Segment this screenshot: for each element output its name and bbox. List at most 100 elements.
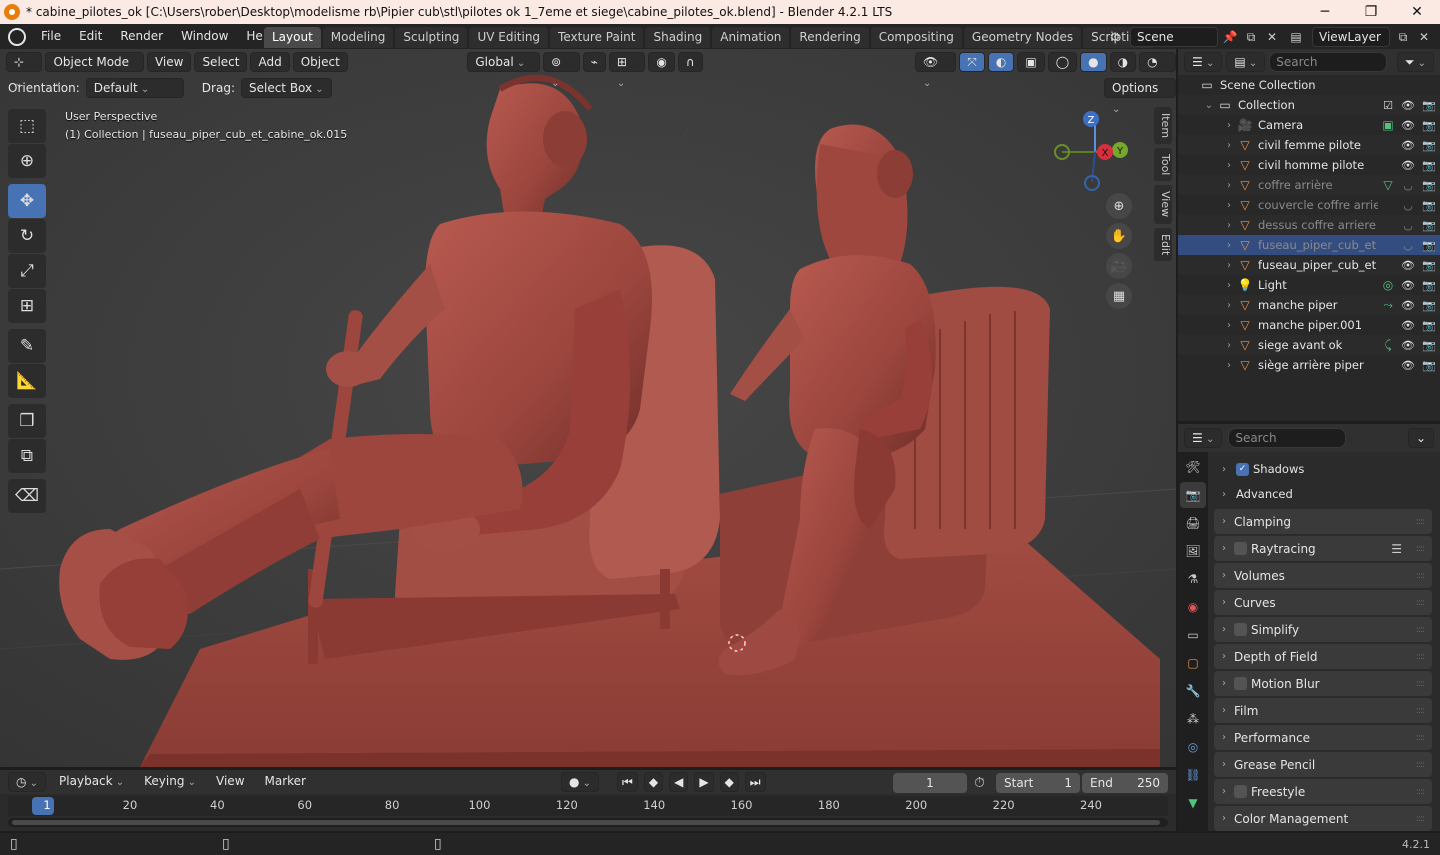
camera-render-icon[interactable]: 📷 [1418, 179, 1440, 192]
scene-name-field[interactable]: Scene [1130, 27, 1218, 47]
eye-icon[interactable]: 👁 [1398, 159, 1418, 172]
extrude-tool-icon[interactable]: ⧉ [8, 439, 46, 473]
panel-curves[interactable]: › Curves:::: [1214, 590, 1432, 615]
menu-file[interactable]: File [32, 24, 70, 49]
eye-icon[interactable]: 👁 [1398, 319, 1418, 332]
panel-depth-of-field[interactable]: › Depth of Field:::: [1214, 644, 1432, 669]
close-icon[interactable]: ✕ [1394, 0, 1440, 24]
panel-performance[interactable]: › Performance:::: [1214, 725, 1432, 750]
drag-grip-icon[interactable]: :::: [1416, 679, 1425, 689]
chevron-right-icon[interactable]: › [1214, 570, 1234, 581]
drag-grip-icon[interactable]: :::: [1416, 760, 1425, 770]
tab-texture-paint[interactable]: Texture Paint [550, 27, 644, 48]
chevron-right-icon[interactable]: › [1222, 140, 1236, 151]
chevron-right-icon[interactable]: › [1214, 786, 1234, 797]
end-frame-field[interactable]: End 250 [1082, 773, 1168, 793]
drag-grip-icon[interactable]: :::: [1416, 706, 1425, 716]
camera-render-icon[interactable]: 📷 [1418, 299, 1440, 312]
camera-render-icon[interactable]: 📷 [1418, 279, 1440, 292]
remove-scene-icon[interactable]: ✕ [1264, 30, 1280, 44]
panel-checkbox[interactable] [1234, 623, 1247, 636]
drag-grip-icon[interactable]: :::: [1416, 517, 1425, 527]
drag-grip-icon[interactable]: :::: [1416, 733, 1425, 743]
tab-uv-editing[interactable]: UV Editing [469, 27, 549, 48]
outliner-item[interactable]: › ▽ siège arrière piper 👁 📷 [1178, 355, 1440, 375]
eye-icon[interactable]: 👁 [1398, 139, 1418, 152]
chevron-right-icon[interactable]: › [1222, 200, 1236, 211]
editor-type-icon[interactable]: ⊹ [6, 52, 43, 72]
outliner-item[interactable]: › ▽ couvercle coffre arrie ◡ 📷 [1178, 195, 1440, 215]
tab-modeling[interactable]: Modeling [322, 27, 394, 48]
chevron-right-icon[interactable]: › [1214, 759, 1234, 770]
camera-render-icon[interactable]: 📷 [1418, 139, 1440, 152]
outliner-item[interactable]: › 💡 Light ◎ 👁 📷 [1178, 275, 1440, 295]
current-frame-field[interactable]: 1 [893, 773, 967, 793]
panel-motion-blur[interactable]: › Motion Blur:::: [1214, 671, 1432, 696]
outliner-editor-icon[interactable]: ☰ [1184, 52, 1223, 72]
zoom-icon[interactable]: ⊕ [1106, 193, 1132, 219]
particles-tab-icon[interactable]: ⁂ [1180, 706, 1206, 732]
panel-grease-pencil[interactable]: › Grease Pencil:::: [1214, 752, 1432, 777]
eye-icon[interactable]: 👁 [1398, 359, 1418, 372]
collection-tab-icon[interactable]: ▭ [1180, 622, 1206, 648]
panel-simplify[interactable]: › Simplify:::: [1214, 617, 1432, 642]
chevron-right-icon[interactable]: › [1214, 516, 1234, 527]
scene-tab-icon[interactable]: ⚗ [1180, 566, 1206, 592]
falloff-icon[interactable]: ∩ [677, 52, 703, 72]
3d-viewport[interactable]: ⊹ Object Mode View Select Add Object Glo… [0, 49, 1176, 767]
world-tab-icon[interactable]: ◉ [1180, 594, 1206, 620]
drag-grip-icon[interactable]: :::: [1416, 652, 1425, 662]
view-menu[interactable]: View [146, 52, 192, 72]
object-tab-icon[interactable]: ▢ [1180, 650, 1206, 676]
marker-menu[interactable]: Marker [258, 772, 313, 792]
jump-keyframe-back-icon[interactable]: ◆ [643, 772, 664, 792]
pivot-point-icon[interactable]: ⊚ [543, 52, 580, 72]
list-options-icon[interactable]: ☰ [1391, 542, 1402, 556]
viewlayer-name-field[interactable]: ViewLayer [1312, 27, 1390, 47]
gizmo-icon[interactable]: ⤧ [959, 52, 985, 72]
tab-layout[interactable]: Layout [264, 27, 321, 48]
auto-keying-icon[interactable]: ● [561, 772, 600, 792]
jump-start-icon[interactable]: ⏮ [617, 772, 638, 792]
outliner-item[interactable]: › ▽ fuseau_piper_cub_et 👁 📷 [1178, 255, 1440, 275]
play-reverse-icon[interactable]: ◀ [669, 772, 689, 792]
scene-icon[interactable]: ⚙ [1104, 30, 1126, 44]
outliner-item[interactable]: › 🎥 Camera ▣ 👁 📷 [1178, 115, 1440, 135]
viewlayer-icon[interactable]: ▤ [1284, 30, 1308, 44]
solid-shading-icon[interactable]: ● [1080, 52, 1107, 72]
outliner-item[interactable]: › ▽ manche piper ⤳ 👁 📷 [1178, 295, 1440, 315]
visibility-icon[interactable]: 👁 [914, 52, 957, 72]
proportional-edit-icon[interactable]: ◉ [648, 52, 675, 72]
display-mode-icon[interactable]: ▤ [1226, 52, 1266, 72]
chevron-right-icon[interactable]: › [1214, 705, 1234, 716]
drag-grip-icon[interactable]: :::: [1416, 814, 1425, 824]
eye-hidden-icon[interactable]: ◡ [1398, 199, 1418, 212]
orientation-dropdown[interactable]: Default [85, 78, 184, 98]
cursor-tool-icon[interactable]: ⊕ [8, 144, 46, 178]
select-menu[interactable]: Select [194, 52, 248, 72]
drag-grip-icon[interactable]: :::: [1416, 625, 1425, 635]
chevron-right-icon[interactable]: › [1222, 340, 1236, 351]
perspective-grid-icon[interactable]: ▦ [1106, 283, 1132, 309]
eye-hidden-icon[interactable]: ◡ [1398, 219, 1418, 232]
panel-raytracing[interactable]: › Raytracing ☰:::: [1214, 536, 1432, 561]
menu-window[interactable]: Window [172, 24, 237, 49]
camera-render-icon[interactable]: 📷 [1418, 319, 1440, 332]
panel-volumes[interactable]: › Volumes:::: [1214, 563, 1432, 588]
eye-icon[interactable]: 👁 [1398, 279, 1418, 292]
scene-collection-row[interactable]: ▭ Scene Collection [1178, 75, 1440, 95]
tab-sculpting[interactable]: Sculpting [395, 27, 468, 48]
menu-render[interactable]: Render [111, 24, 172, 49]
camera-render-icon[interactable]: 📷 [1418, 359, 1440, 372]
rotate-tool-icon[interactable]: ↻ [8, 219, 46, 253]
camera-render-icon[interactable]: 📷 [1418, 199, 1440, 212]
overlay-icon[interactable]: ◐ [987, 52, 1015, 72]
outliner-item[interactable]: › ▽ siege avant ok ⤹ 👁 📷 [1178, 335, 1440, 355]
shadows-checkbox[interactable]: ✓ [1236, 462, 1249, 476]
tab-compositing[interactable]: Compositing [870, 27, 962, 48]
add-cube-tool-icon[interactable]: ❒ [8, 404, 46, 438]
keying-menu[interactable]: Keying [137, 772, 203, 792]
filter-icon[interactable]: ⏷ [1396, 52, 1434, 72]
drag-grip-icon[interactable]: :::: [1416, 787, 1425, 797]
snap-target-icon[interactable]: ⊞ [608, 52, 646, 72]
